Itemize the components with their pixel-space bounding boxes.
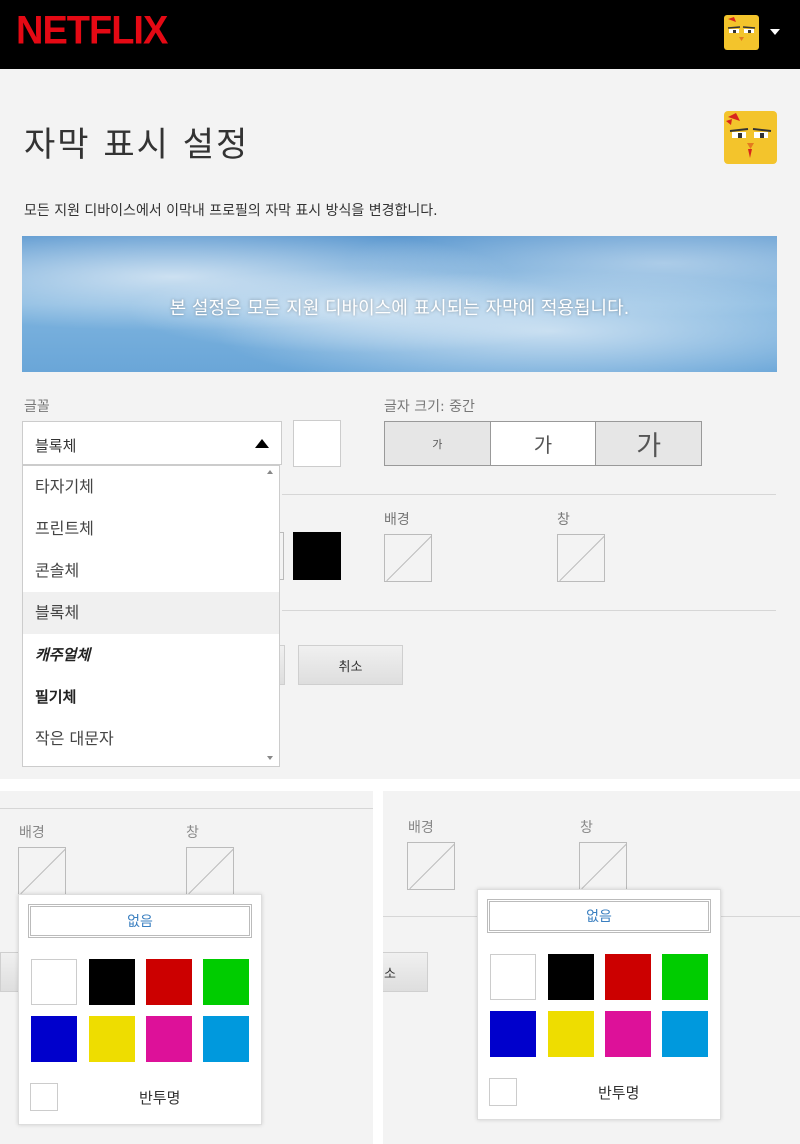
font-color-black-swatch[interactable] bbox=[293, 532, 341, 580]
background-color-picker-panel: 배경 창 없음 반투명 bbox=[0, 791, 373, 1144]
font-option-block[interactable]: 블록체 bbox=[23, 592, 279, 634]
font-color-swatch[interactable] bbox=[293, 420, 341, 467]
divider bbox=[0, 808, 373, 809]
window-color-swatch[interactable] bbox=[579, 842, 627, 890]
profile-avatar-icon[interactable] bbox=[724, 15, 759, 50]
background-label: 배경 bbox=[19, 825, 45, 841]
semi-transparent-checkbox[interactable] bbox=[30, 1083, 58, 1111]
subtitle-settings-panel: 자막 표시 설정 모든 지원 디바이스에서 이막내 프로필의 자막 표시 방식을… bbox=[0, 69, 800, 779]
background-color-swatch[interactable] bbox=[384, 534, 432, 582]
semi-transparent-label: 반투명 bbox=[598, 1084, 640, 1102]
color-white-swatch[interactable] bbox=[31, 959, 77, 1005]
no-color-button[interactable]: 없음 bbox=[28, 904, 252, 938]
font-size-label: 글자 크기: 중간 bbox=[384, 399, 475, 415]
font-label: 글꼴 bbox=[24, 399, 50, 415]
scroll-up-icon[interactable] bbox=[267, 470, 273, 474]
save-button-partial[interactable] bbox=[0, 952, 20, 992]
font-select[interactable]: 블록체 bbox=[22, 421, 282, 465]
color-green-swatch[interactable] bbox=[662, 954, 708, 1000]
font-option-typewriter[interactable]: 타자기체 bbox=[23, 466, 279, 508]
font-option-script[interactable]: 필기체 bbox=[23, 676, 279, 718]
caret-down-icon[interactable] bbox=[770, 29, 780, 35]
semi-transparent-checkbox[interactable] bbox=[489, 1078, 517, 1106]
background-color-swatch[interactable] bbox=[407, 842, 455, 890]
scroll-down-icon[interactable] bbox=[267, 756, 273, 760]
font-size-large-button[interactable]: 가 bbox=[596, 422, 702, 465]
divider bbox=[282, 494, 776, 495]
preview-banner: 본 설정은 모든 지원 디바이스에 표시되는 자막에 적용됩니다. bbox=[22, 236, 777, 372]
window-label: 창 bbox=[557, 512, 570, 528]
top-nav: NETFLIX bbox=[0, 0, 800, 69]
color-red-swatch[interactable] bbox=[605, 954, 651, 1000]
window-color-swatch[interactable] bbox=[557, 534, 605, 582]
font-option-console[interactable]: 콘솔체 bbox=[23, 550, 279, 592]
caret-up-icon bbox=[255, 439, 269, 448]
page-title: 자막 표시 설정 bbox=[24, 125, 250, 165]
profile-avatar-icon bbox=[724, 111, 777, 164]
font-dropdown-list: 타자기체 프린트체 콘솔체 블록체 캐주얼체 필기체 작은 대문자 bbox=[22, 465, 280, 767]
background-label: 배경 bbox=[384, 512, 410, 528]
font-size-small-button[interactable]: 가 bbox=[385, 422, 491, 465]
font-option-casual[interactable]: 캐주얼체 bbox=[23, 634, 279, 676]
banner-text: 본 설정은 모든 지원 디바이스에 표시되는 자막에 적용됩니다. bbox=[169, 298, 630, 319]
window-color-picker-panel: 배경 창 소 없음 반투명 bbox=[383, 791, 800, 1144]
page-description: 모든 지원 디바이스에서 이막내 프로필의 자막 표시 방식을 변경합니다. bbox=[24, 203, 438, 219]
font-option-small-caps[interactable]: 작은 대문자 bbox=[23, 718, 279, 760]
cancel-button[interactable]: 취소 bbox=[298, 645, 403, 685]
divider bbox=[282, 610, 776, 611]
color-black-swatch[interactable] bbox=[548, 954, 594, 1000]
color-green-swatch[interactable] bbox=[203, 959, 249, 1005]
color-cyan-swatch[interactable] bbox=[662, 1011, 708, 1057]
color-blue-swatch[interactable] bbox=[31, 1016, 77, 1062]
color-magenta-swatch[interactable] bbox=[146, 1016, 192, 1062]
color-red-swatch[interactable] bbox=[146, 959, 192, 1005]
window-label: 창 bbox=[580, 820, 593, 836]
window-color-swatch[interactable] bbox=[186, 847, 234, 895]
color-yellow-swatch[interactable] bbox=[548, 1011, 594, 1057]
no-color-button[interactable]: 없음 bbox=[487, 899, 711, 933]
netflix-logo[interactable]: NETFLIX bbox=[16, 9, 168, 54]
color-blue-swatch[interactable] bbox=[490, 1011, 536, 1057]
color-yellow-swatch[interactable] bbox=[89, 1016, 135, 1062]
color-picker-popup: 없음 반투명 bbox=[18, 894, 262, 1125]
font-size-selector: 가 가 가 bbox=[384, 421, 702, 466]
background-label: 배경 bbox=[408, 820, 434, 836]
color-black-swatch[interactable] bbox=[89, 959, 135, 1005]
window-label: 창 bbox=[186, 825, 199, 841]
font-select-value: 블록체 bbox=[35, 437, 77, 455]
color-picker-popup: 없음 반투명 bbox=[477, 889, 721, 1120]
cancel-button-partial[interactable]: 소 bbox=[383, 952, 428, 992]
color-cyan-swatch[interactable] bbox=[203, 1016, 249, 1062]
font-option-print[interactable]: 프린트체 bbox=[23, 508, 279, 550]
font-size-medium-button[interactable]: 가 bbox=[490, 422, 597, 465]
color-white-swatch[interactable] bbox=[490, 954, 536, 1000]
color-magenta-swatch[interactable] bbox=[605, 1011, 651, 1057]
semi-transparent-label: 반투명 bbox=[139, 1089, 181, 1107]
background-color-swatch[interactable] bbox=[18, 847, 66, 895]
